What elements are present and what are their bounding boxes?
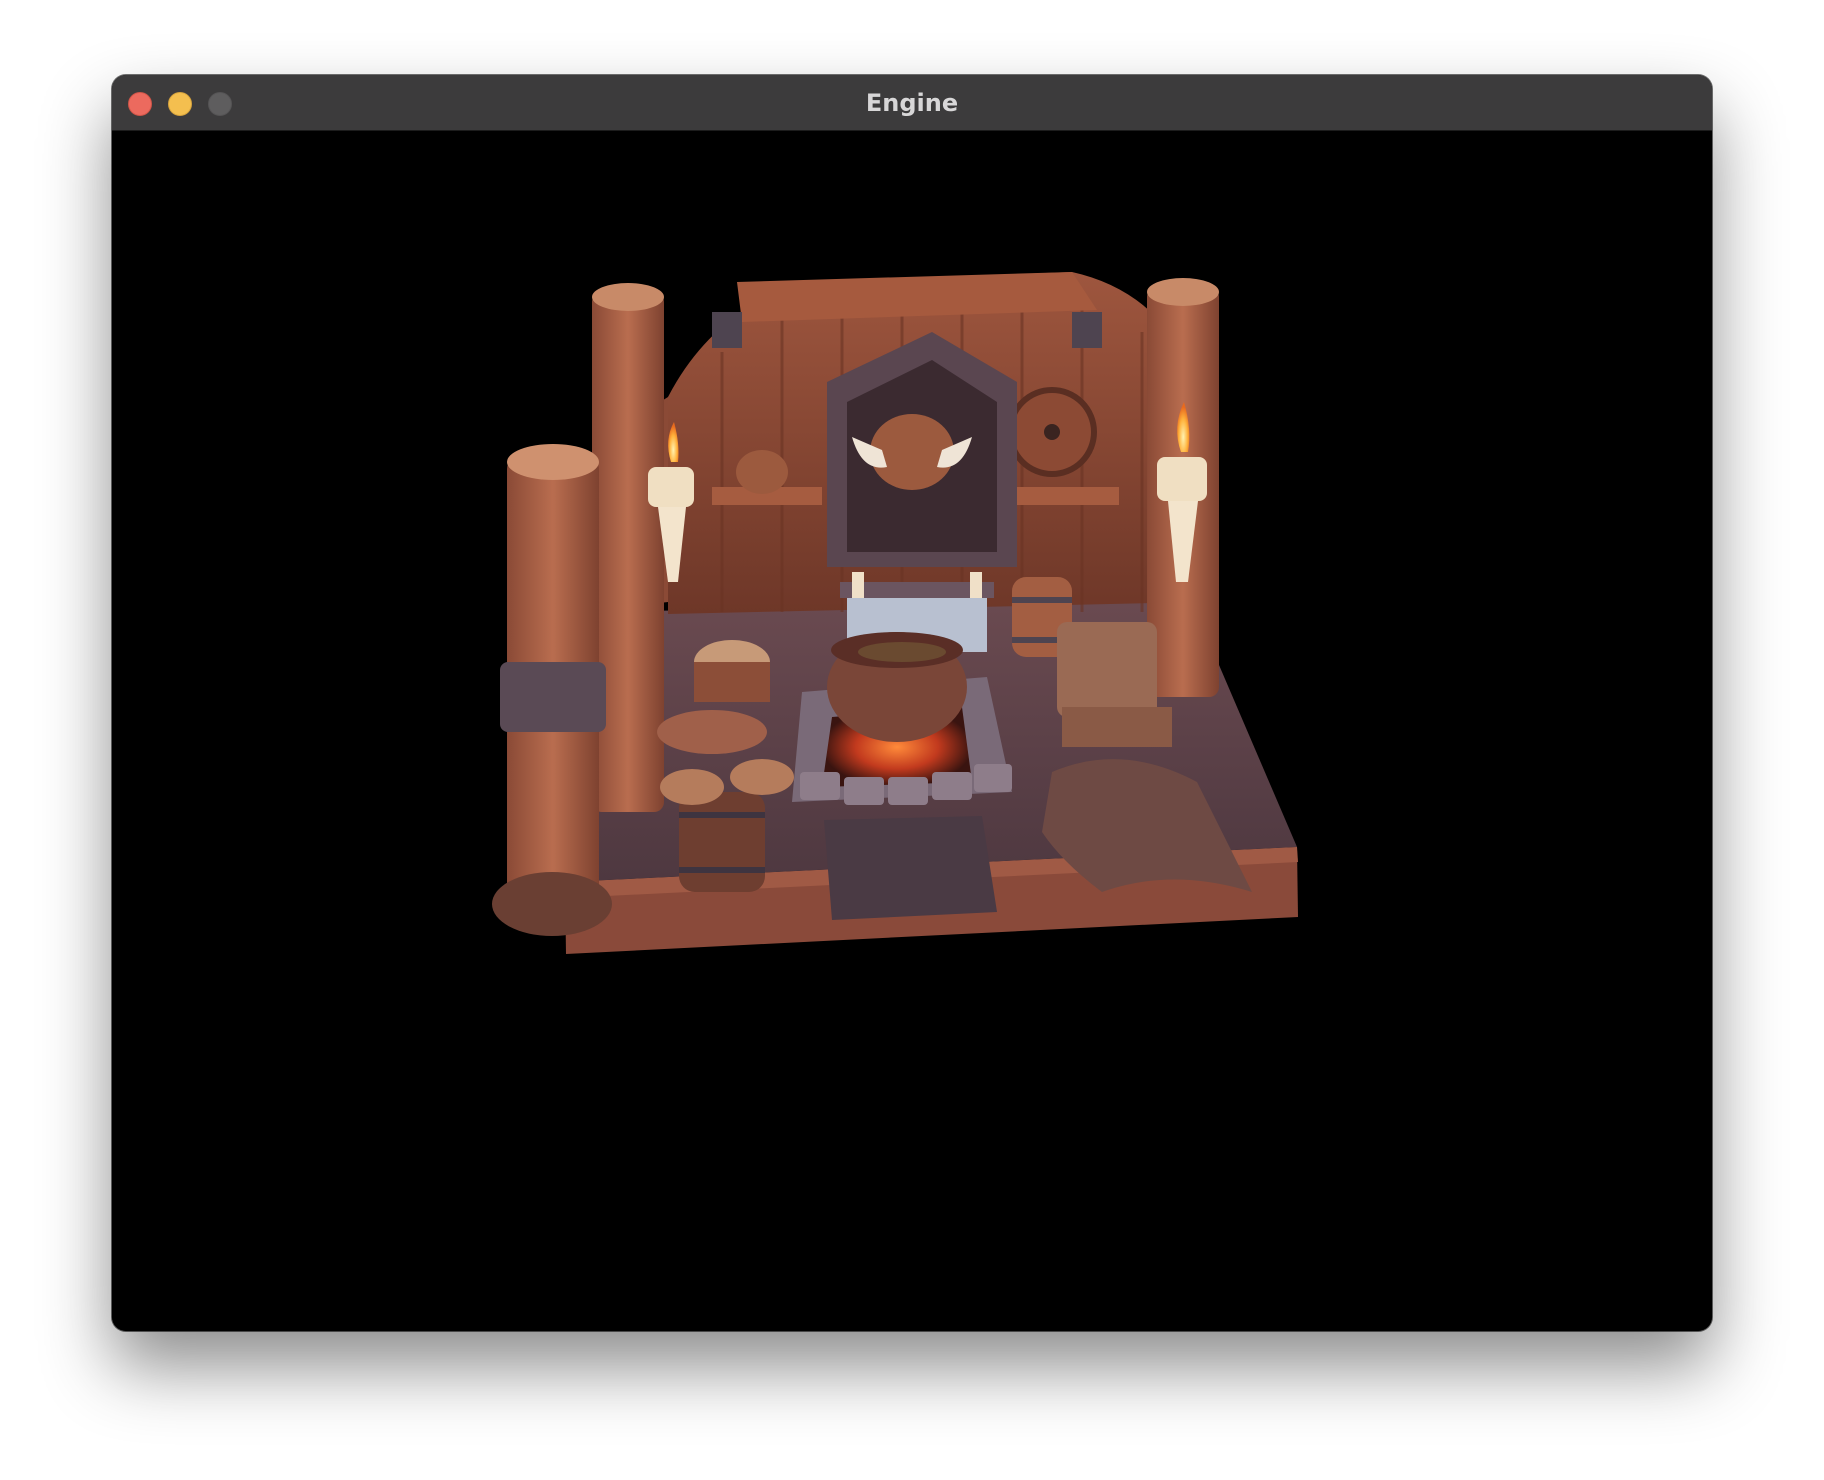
render-viewport[interactable]	[112, 132, 1712, 1331]
floor-slab	[824, 816, 997, 920]
title-bar[interactable]: Engine	[112, 75, 1712, 131]
desktop: Engine	[0, 0, 1824, 1480]
window-title: Engine	[865, 89, 959, 117]
app-window: Engine	[112, 75, 1712, 1331]
scene-render	[492, 272, 1298, 954]
